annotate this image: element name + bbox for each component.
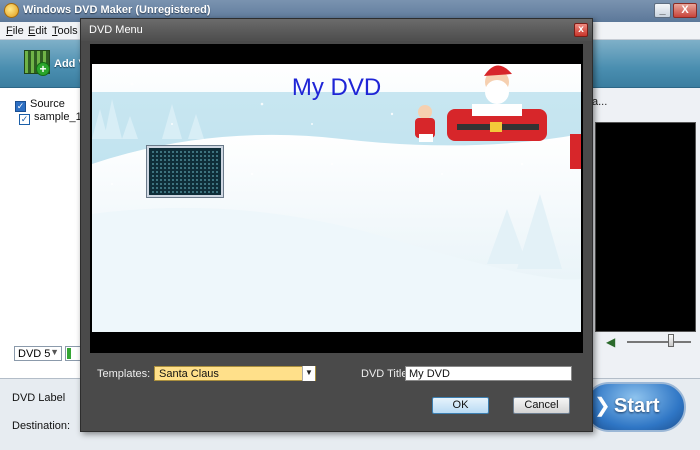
dvd-menu-dialog: DVD Menu x My DVD Templates: Santa Claus…: [80, 18, 593, 432]
volume-slider-track[interactable]: [627, 341, 691, 343]
dvd-title-input[interactable]: [406, 367, 571, 380]
dialog-titlebar: DVD Menu x: [81, 19, 592, 41]
disc-type-select[interactable]: DVD 5 ▼: [14, 346, 62, 361]
video-preview: [595, 122, 696, 332]
checkbox-icon[interactable]: ✓: [19, 114, 30, 125]
speaker-icon[interactable]: ◀: [606, 335, 615, 349]
close-window-button[interactable]: X: [673, 3, 697, 18]
app-icon: [4, 3, 19, 18]
menu-edit[interactable]: Edit: [28, 25, 47, 37]
dvd-label-caption: DVD Label: [12, 392, 66, 404]
window-title: Windows DVD Maker (Unregistered): [23, 4, 211, 16]
minimize-button[interactable]: _: [654, 3, 671, 18]
dvd-title-field[interactable]: [405, 366, 572, 381]
chevron-down-icon[interactable]: ▼: [302, 366, 315, 381]
menu-preview-title: My DVD: [291, 74, 382, 101]
templates-select[interactable]: Santa Claus ▼: [154, 366, 316, 381]
right-panel-header: a...: [592, 96, 608, 108]
menu-tools[interactable]: Tools: [52, 25, 78, 37]
ok-button[interactable]: OK: [432, 397, 489, 414]
menu-preview: My DVD: [90, 44, 583, 353]
cancel-button[interactable]: Cancel: [513, 397, 570, 414]
dialog-close-button[interactable]: x: [574, 23, 588, 37]
volume-slider-knob[interactable]: [668, 334, 674, 347]
arrow-right-icon: ❯: [594, 395, 611, 417]
tree-item-source[interactable]: ✓ Source: [15, 98, 65, 112]
menu-file[interactable]: File: [6, 25, 24, 37]
start-button-label[interactable]: Start: [614, 395, 660, 418]
destination-caption: Destination:: [12, 420, 71, 432]
chapter-thumbnail[interactable]: [147, 146, 223, 197]
templates-label: Templates:: [97, 368, 151, 380]
dvd-title-label: DVD Title:: [361, 368, 411, 380]
winter-scene-illustration: [92, 64, 581, 332]
source-tree-panel: ✓ Source ✓ sample_128: [0, 88, 94, 378]
menu-background-image: My DVD: [92, 64, 581, 332]
plus-icon: +: [36, 62, 50, 76]
dialog-title: DVD Menu: [89, 24, 143, 36]
chevron-down-icon: ▼: [50, 347, 59, 357]
